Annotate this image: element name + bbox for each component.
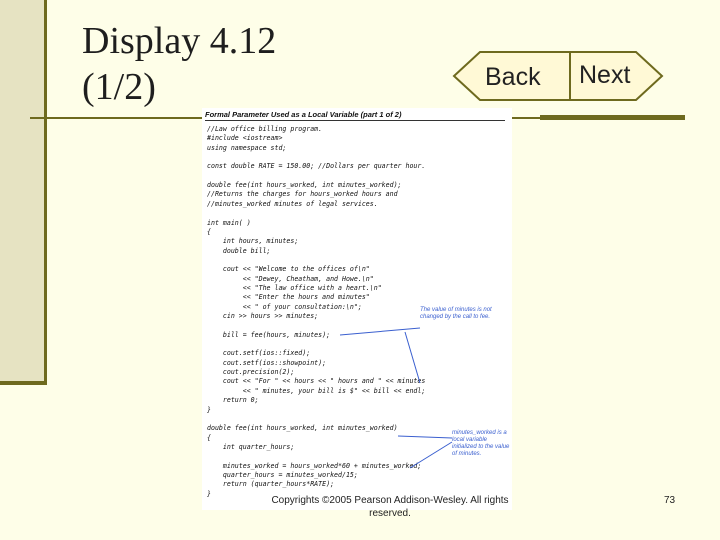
code-line: bill = fee(hours, minutes); bbox=[207, 330, 331, 339]
code-line: << "Enter the hours and minutes" bbox=[207, 293, 370, 302]
sidebar-rule bbox=[0, 381, 47, 385]
code-line: double fee(int hours_worked, int minutes… bbox=[207, 424, 398, 433]
next-button[interactable]: Next bbox=[568, 50, 664, 102]
code-line: return (quarter_hours*RATE); bbox=[207, 480, 335, 489]
slide-title: Display 4.12 (1/2) bbox=[82, 18, 276, 110]
code-line: cout.precision(2); bbox=[207, 368, 295, 377]
code-line: } bbox=[207, 405, 211, 414]
code-line: << "The law office with a heart.\n" bbox=[207, 283, 382, 292]
code-line: //minutes_worked minutes of legal servic… bbox=[207, 199, 378, 208]
code-figure-heading: Formal Parameter Used as a Local Variabl… bbox=[205, 110, 402, 119]
code-line: double bill; bbox=[207, 246, 271, 255]
code-line: quarter_hours = minutes_worked/15; bbox=[207, 470, 358, 479]
code-line: return 0; bbox=[207, 396, 259, 405]
annotation-minutes: The value of minutes is not changed by t… bbox=[420, 307, 492, 320]
code-line: int quarter_hours; bbox=[207, 442, 295, 451]
code-line: using namespace std; bbox=[207, 143, 287, 152]
title-divider-thick bbox=[540, 115, 685, 120]
title-line-2: (1/2) bbox=[82, 66, 156, 108]
page-number: 73 bbox=[664, 495, 676, 506]
back-button[interactable]: Back bbox=[452, 50, 572, 102]
code-line: { bbox=[207, 433, 211, 442]
code-line: //Law office billing program. bbox=[207, 125, 323, 133]
code-line: { bbox=[207, 227, 211, 236]
code-line: minutes_worked = hours_worked*60 + minut… bbox=[207, 461, 422, 470]
code-line: //Returns the charges for hours_worked h… bbox=[207, 190, 398, 199]
code-line: const double RATE = 150.00; //Dollars pe… bbox=[207, 162, 426, 171]
code-line: cout.setf(ios::fixed); bbox=[207, 349, 311, 358]
copyright-text: Copyrights ©2005 Pearson Addison-Wesley.… bbox=[271, 495, 509, 519]
code-line: double fee(int hours_worked, int minutes… bbox=[207, 181, 402, 190]
code-line: #include <iostream> bbox=[207, 134, 283, 143]
code-line: cin >> hours >> minutes; bbox=[207, 312, 319, 320]
code-line: int hours, minutes; bbox=[207, 237, 299, 246]
code-line: << " minutes, your bill is $" << bill <<… bbox=[207, 386, 426, 395]
back-button-label: Back bbox=[485, 63, 541, 91]
next-button-label: Next bbox=[579, 61, 631, 89]
code-line: << "Dewey, Cheatham, and Howe.\n" bbox=[207, 274, 374, 283]
annotation-minutes-worked: minutes_worked is a local variable initi… bbox=[452, 430, 510, 457]
code-line: cout << "For " << hours << " hours and "… bbox=[207, 377, 426, 386]
code-line: cout << "Welcome to the offices of\n" bbox=[207, 265, 370, 274]
sidebar-bar bbox=[0, 0, 47, 384]
code-heading-rule bbox=[205, 120, 505, 121]
code-line: int main( ) bbox=[207, 218, 251, 227]
code-line: } bbox=[207, 489, 211, 498]
code-line: cout.setf(ios::showpoint); bbox=[207, 358, 327, 367]
title-line-1: Display 4.12 bbox=[82, 20, 277, 62]
code-line: << " of your consultation:\n"; bbox=[207, 302, 362, 311]
